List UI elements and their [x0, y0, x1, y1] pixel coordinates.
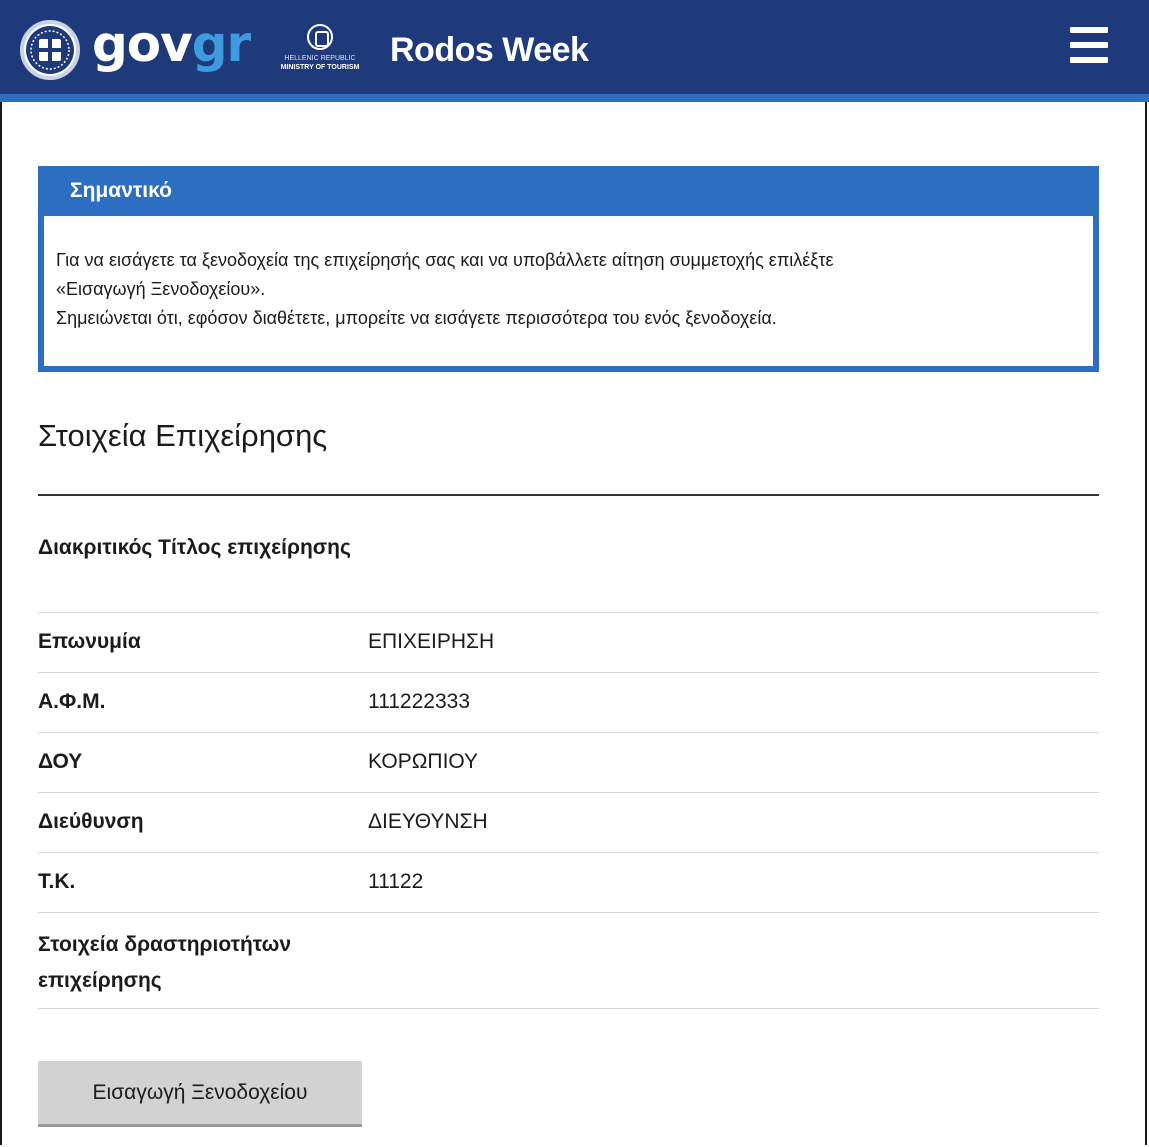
logo-gr-text: gr — [191, 15, 251, 73]
important-notice: Σημαντικό Για να εισάγετε τα ξενοδοχεία … — [38, 166, 1099, 372]
detail-row-tax-id: Α.Φ.Μ. 111222333 — [38, 673, 1099, 733]
notice-title: Σημαντικό — [38, 166, 1099, 216]
notice-line: Σημειώνεται ότι, εφόσον διαθέτετε, μπορε… — [56, 308, 777, 328]
greek-emblem-icon[interactable] — [20, 20, 80, 80]
hamburger-menu-icon[interactable] — [1070, 27, 1108, 63]
govgr-logo[interactable]: govgr — [92, 14, 251, 74]
ministry-name-text: MINISTRY OF TOURISM — [280, 64, 360, 71]
detail-row-address: Διεύθυνση ΔΙΕΥΘΥΝΣΗ — [38, 793, 1099, 853]
ministry-republic-text: HELLENIC REPUBLIC — [284, 55, 356, 62]
detail-label: Τ.Κ. — [38, 870, 76, 893]
detail-row-distinctive-title: Διακριτικός Τίτλος επιχείρησης — [38, 528, 1099, 613]
app-title[interactable]: Rodos Week — [390, 29, 589, 71]
notice-line: Για να εισάγετε τα ξενοδοχεία της επιχεί… — [56, 250, 834, 270]
menu-bar — [1070, 42, 1108, 48]
detail-value: ΕΠΙΧΕΙΡΗΣΗ — [368, 630, 495, 653]
add-hotel-button[interactable]: Εισαγωγή Ξενοδοχείου — [38, 1061, 362, 1127]
detail-label: Στοιχεία δραστηριοτήτων επιχείρησης — [38, 933, 292, 992]
detail-value: 11122 — [368, 870, 424, 893]
notice-line: «Εισαγωγή Ξενοδοχείου». — [56, 279, 266, 299]
detail-label: Διεύθυνση — [38, 810, 144, 833]
page-title: Στοιχεία Επιχείρησης — [38, 418, 328, 453]
ministry-logo: HELLENIC REPUBLIC MINISTRY OF TOURISM — [270, 24, 370, 72]
detail-value: ΚΟΡΩΠΙΟΥ — [368, 750, 479, 773]
detail-row-postal-code: Τ.Κ. 11122 — [38, 853, 1099, 913]
detail-label: Διακριτικός Τίτλος επιχείρησης — [38, 536, 351, 559]
menu-bar — [1070, 27, 1108, 33]
detail-label: ΔΟΥ — [38, 750, 83, 773]
ministry-seal-icon — [307, 24, 333, 50]
notice-body: Για να εισάγετε τα ξενοδοχεία της επιχεί… — [56, 246, 1076, 333]
detail-row-tax-office: ΔΟΥ ΚΟΡΩΠΙΟΥ — [38, 733, 1099, 793]
detail-label: Επωνυμία — [38, 630, 141, 653]
logo-gov-text: gov — [92, 15, 193, 73]
site-header: govgr HELLENIC REPUBLIC MINISTRY OF TOUR… — [0, 0, 1149, 102]
detail-row-name: Επωνυμία ΕΠΙΧΕΙΡΗΣΗ — [38, 613, 1099, 673]
detail-value: 111222333 — [368, 690, 470, 713]
business-details-list: Διακριτικός Τίτλος επιχείρησης Επωνυμία … — [38, 528, 1099, 1009]
detail-value: ΔΙΕΥΘΥΝΣΗ — [368, 810, 488, 833]
menu-bar — [1070, 57, 1108, 63]
section-divider — [38, 494, 1099, 496]
detail-label: Α.Φ.Μ. — [38, 690, 106, 713]
detail-row-activities: Στοιχεία δραστηριοτήτων επιχείρησης — [38, 913, 1099, 1009]
